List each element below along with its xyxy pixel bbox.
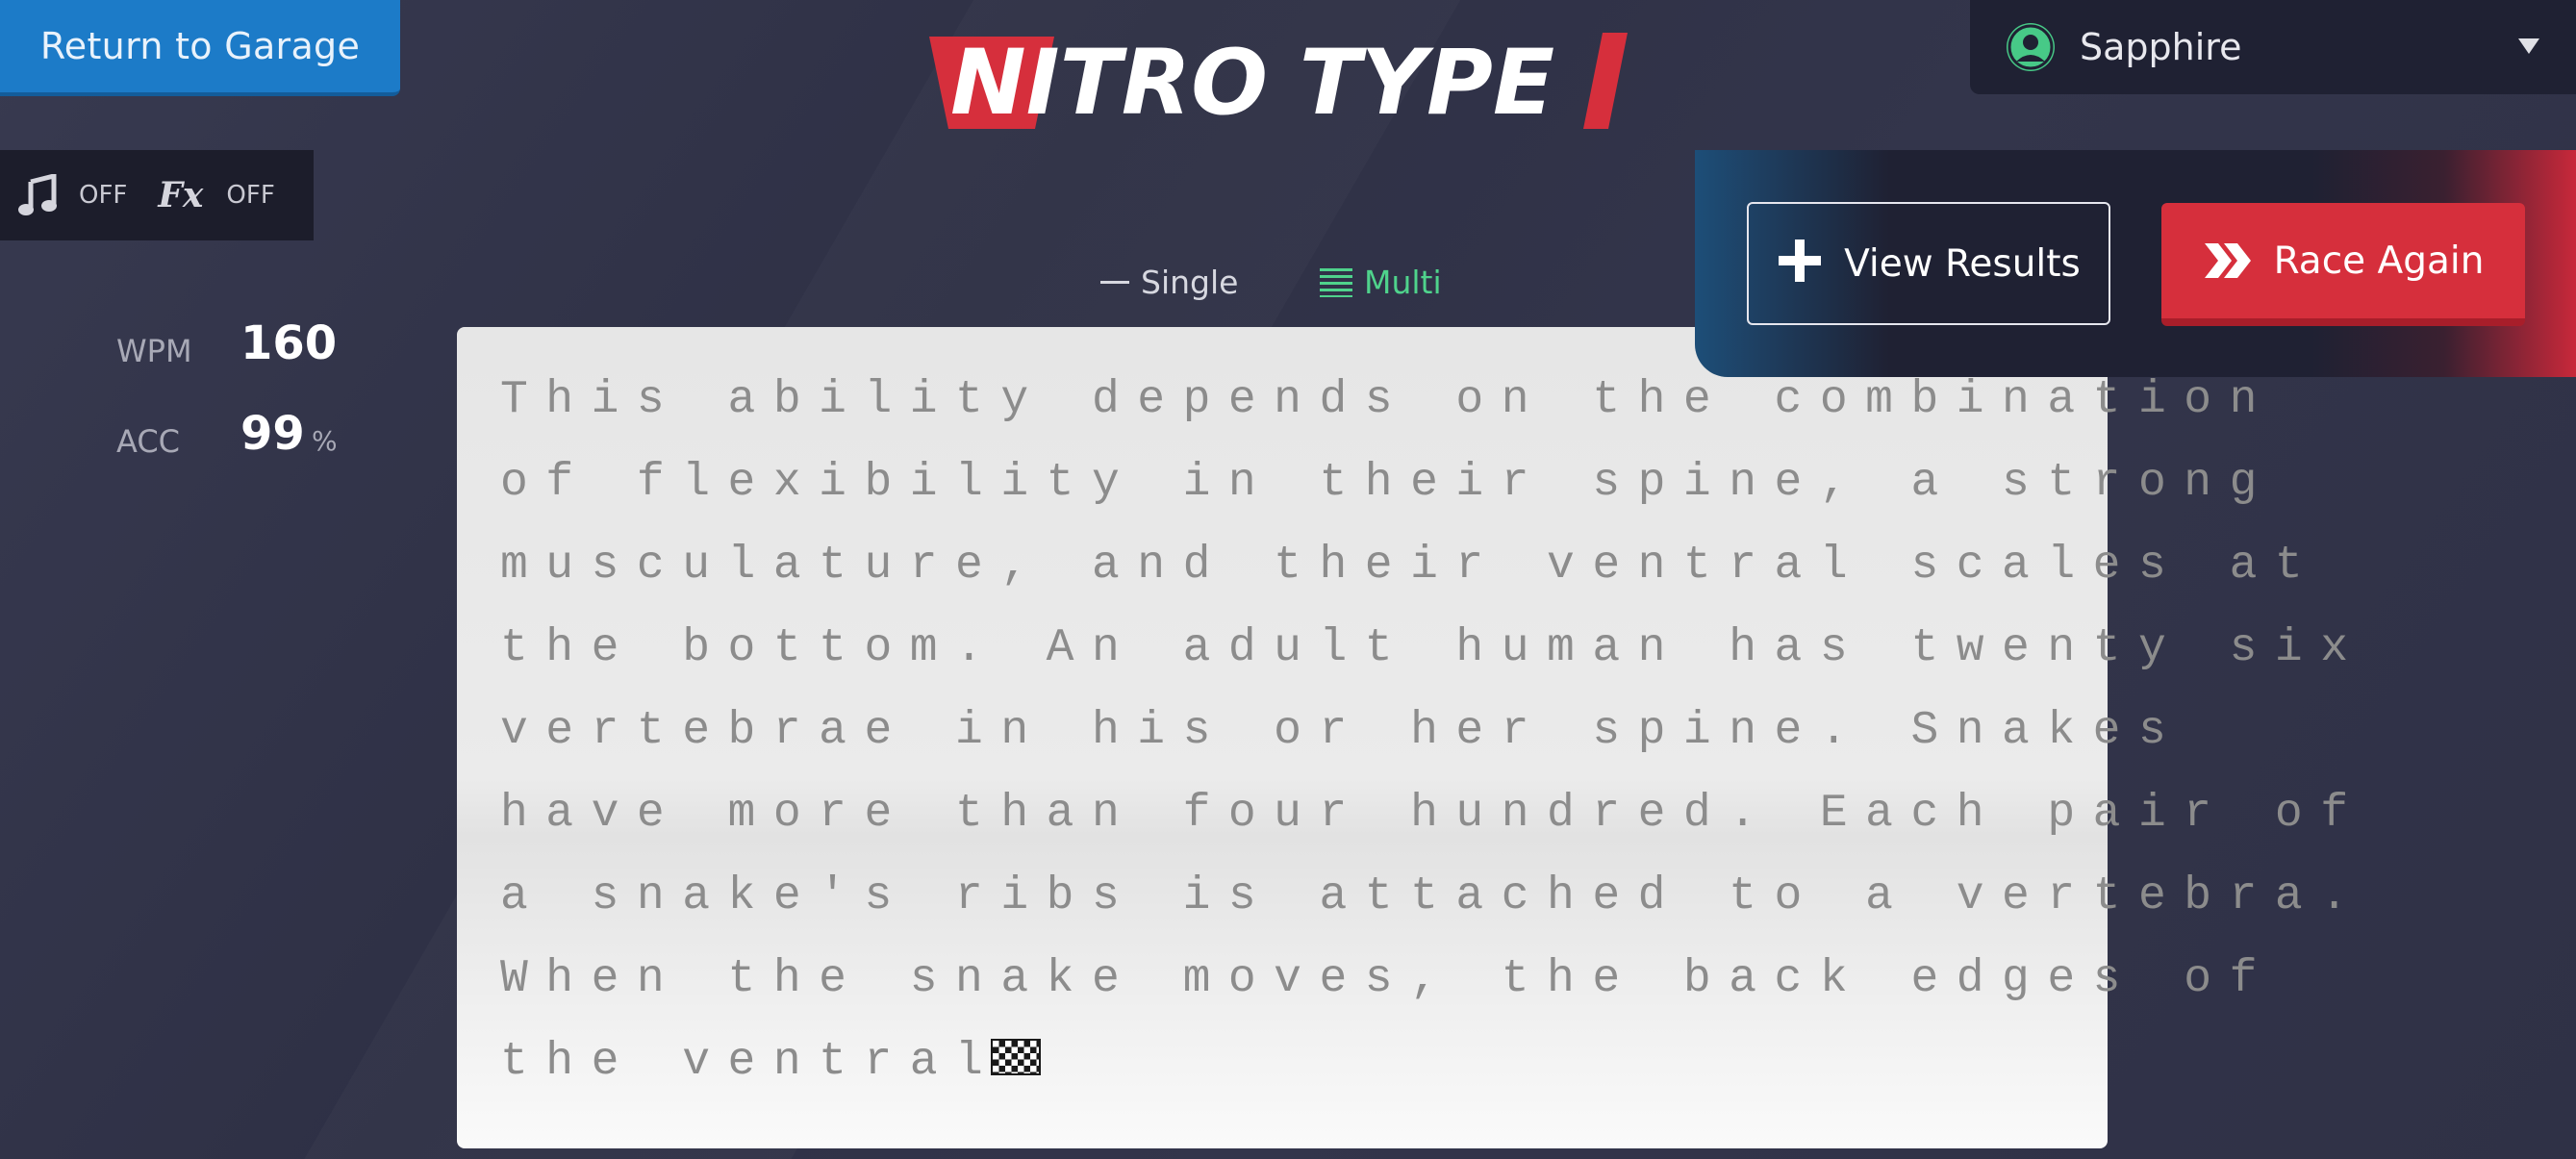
acc-value: 99 <box>240 407 305 461</box>
double-chevron-right-icon <box>2203 241 2253 280</box>
multi-label: Multi <box>1364 264 1442 301</box>
acc-label: ACC <box>116 423 181 460</box>
passage-line: the ventral <box>500 1036 1001 1088</box>
passage-line: musculature, and their ventral scales at <box>500 540 2321 592</box>
race-again-label: Race Again <box>2273 239 2485 283</box>
passage-line: have more than four hundred. Each pair o… <box>500 788 2366 840</box>
return-to-garage-button[interactable]: Return to Garage <box>0 0 400 96</box>
logo-text: NITRO TYPE <box>950 31 1554 135</box>
passage-line: This ability depends on the combination <box>500 374 2275 426</box>
user-name: Sapphire <box>2080 26 2242 68</box>
sound-controls: OFF Fx OFF <box>0 150 314 240</box>
wpm-value: 160 <box>240 316 338 370</box>
nitro-type-logo: NITRO TYPE <box>929 31 1628 135</box>
wpm-label: WPM <box>116 333 192 369</box>
passage-line-last: the ventral <box>500 1035 2108 1118</box>
multi-line-icon <box>1320 267 1352 297</box>
passage-line: of flexibility in their spine, a strong <box>500 457 2275 509</box>
fx-icon[interactable]: Fx <box>158 175 203 215</box>
single-label: Single <box>1141 264 1239 301</box>
music-state[interactable]: OFF <box>79 181 127 210</box>
race-text-panel: This ability depends on the combination … <box>457 327 2366 1148</box>
mode-single-button[interactable]: Single <box>1100 264 1238 301</box>
passage-line: the bottom. An adult human has twenty si… <box>500 622 2366 674</box>
fx-state[interactable]: OFF <box>226 181 274 210</box>
passage-line: When the snake moves, the back edges of <box>500 953 2275 1005</box>
user-menu[interactable]: Sapphire <box>1970 0 2576 94</box>
music-note-icon[interactable] <box>17 174 58 216</box>
race-again-button[interactable]: Race Again <box>2161 203 2525 326</box>
user-avatar-icon <box>2007 23 2055 71</box>
passage-line: a snake's ribs is attached to a vertebra… <box>500 870 2366 922</box>
acc-unit: % <box>312 425 338 457</box>
mode-multi-button[interactable]: Multi <box>1320 264 1442 301</box>
chevron-down-icon[interactable] <box>2518 38 2539 54</box>
single-line-icon <box>1100 281 1129 284</box>
view-results-button[interactable]: View Results <box>1747 202 2110 325</box>
checkered-flag-icon <box>991 1039 1042 1075</box>
view-results-label: View Results <box>1844 241 2081 286</box>
passage-line: vertebrae in his or her spine. Snakes <box>500 705 2185 757</box>
plus-icon <box>1777 234 1823 293</box>
